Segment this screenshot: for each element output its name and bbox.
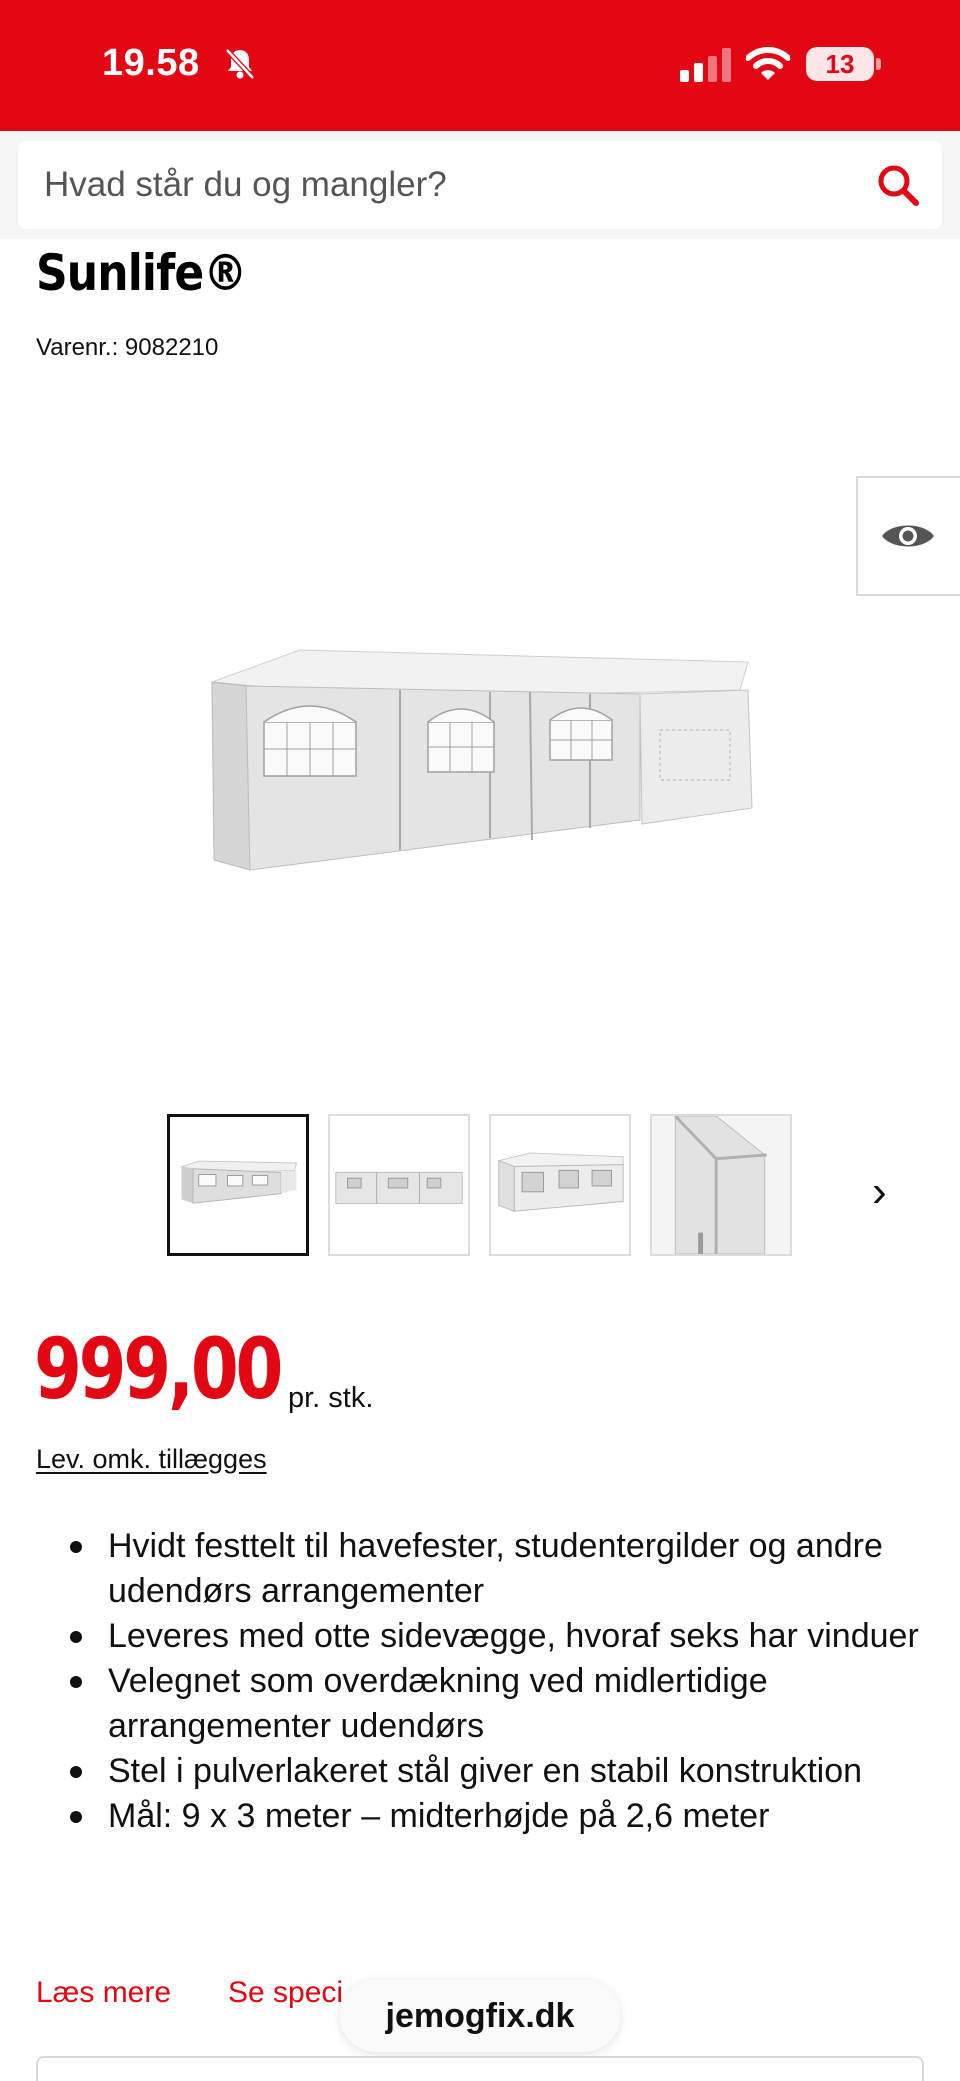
battery-cap — [876, 58, 881, 70]
battery-icon: 13 — [806, 47, 874, 81]
eye-icon — [882, 525, 934, 547]
feature-item: Leveres med otte sidevægge, hvoraf seks … — [70, 1614, 940, 1659]
thumbnail-4[interactable] — [650, 1114, 792, 1256]
wifi-icon — [746, 47, 790, 80]
feature-item: Velegnet som overdækning ved midlertidig… — [70, 1659, 940, 1749]
thumbnails-next-arrow[interactable]: › — [872, 1170, 887, 1214]
feature-item: Hvidt festtelt til havefester, studenter… — [70, 1524, 940, 1614]
bell-off-icon — [225, 48, 255, 80]
thumbnail-2[interactable] — [328, 1114, 470, 1256]
signal-icon — [680, 48, 731, 82]
price-unit: pr. stk. — [288, 1382, 374, 1414]
delivery-cost-link[interactable]: Lev. omk. tillægges — [36, 1444, 267, 1475]
brand-name: Sunlife® — [36, 244, 247, 302]
thumbnail-image — [652, 1116, 790, 1254]
thumbnail-image — [497, 1152, 624, 1212]
thumbnail-1[interactable] — [167, 1114, 309, 1256]
search-box — [18, 141, 942, 229]
search-input[interactable] — [44, 141, 864, 229]
status-time: 19.58 — [102, 42, 200, 84]
thumbnail-3[interactable] — [489, 1114, 631, 1256]
product-image[interactable] — [200, 640, 760, 890]
item-number: Varenr.: 9082210 — [36, 334, 219, 361]
read-more-link[interactable]: Læs mere — [36, 1976, 171, 2010]
feature-item: Stel i pulverlakeret stål giver en stabi… — [70, 1749, 940, 1794]
see-specifications-link[interactable]: Se speci — [228, 1976, 343, 2010]
status-bar: 19.58 13 — [0, 0, 960, 131]
price: 999,00 — [34, 1320, 283, 1418]
search-bar — [0, 131, 960, 239]
next-section-box — [36, 2056, 924, 2081]
thumbnail-image — [179, 1160, 298, 1204]
browser-url-pill[interactable]: jemogfix.dk — [340, 1980, 620, 2052]
view-3d-button[interactable] — [856, 476, 960, 596]
thumbnail-image — [335, 1171, 463, 1204]
product-features: Hvidt festtelt til havefester, studenter… — [70, 1524, 940, 1839]
search-icon[interactable] — [876, 163, 920, 207]
feature-item: Mål: 9 x 3 meter – midterhøjde på 2,6 me… — [70, 1794, 940, 1839]
